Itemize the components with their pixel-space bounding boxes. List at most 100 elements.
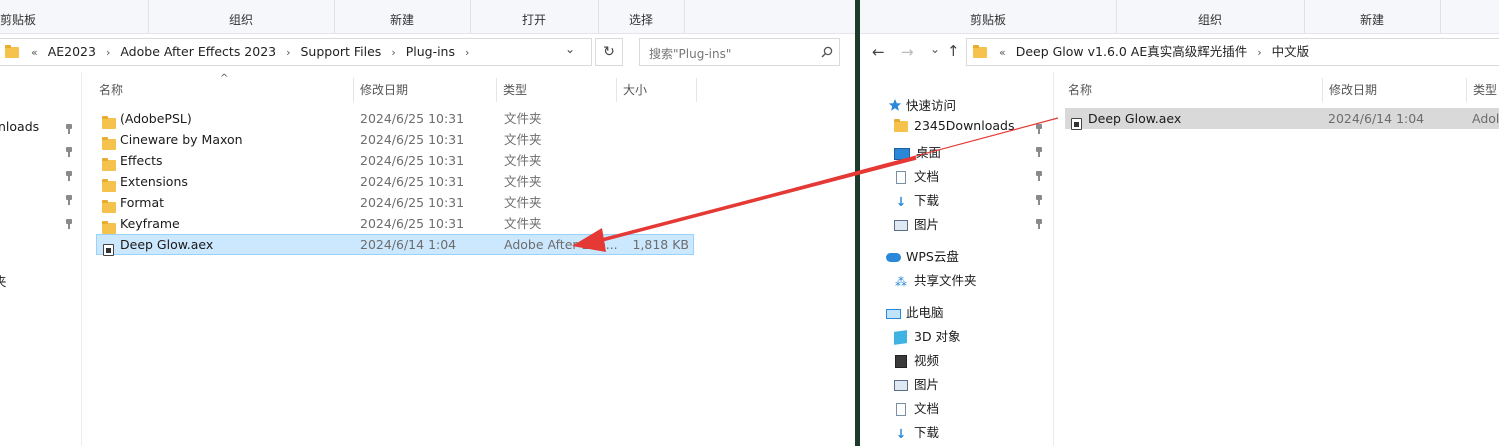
breadcrumb-deep-glow[interactable]: Deep Glow v1.6.0 AE真实高级辉光插件 [1016,44,1248,59]
file-name: Format [120,195,165,210]
nav-item-documents[interactable]: 文档 [894,166,939,185]
file-date: 2024/6/25 10:31 [360,216,465,231]
file-row[interactable]: Format 2024/6/25 10:31 文件夹 [96,192,694,213]
folder-icon [102,221,116,234]
ribbon-bar: 剪贴板 组织 新建 打开 选择 [0,0,855,34]
file-row[interactable]: (AdobePSL) 2024/6/25 10:31 文件夹 [96,108,694,129]
ribbon-label-organize: 组织 [1197,13,1222,27]
breadcrumb-chinese-version[interactable]: 中文版 [1272,44,1310,59]
chevron-down-icon[interactable]: ⌄ [565,42,575,56]
nav-item-downloads[interactable]: nloads [0,119,39,134]
ribbon-label-new: 新建 [389,13,414,27]
nav-item-pictures[interactable]: 图片 [894,214,939,233]
breadcrumb-after-effects[interactable]: Adobe After Effects 2023 [120,44,276,59]
document-icon [896,403,906,416]
refresh-button[interactable]: ↻ [595,38,623,66]
ribbon-group-clipboard[interactable]: 剪贴板 [860,0,1117,33]
file-date: 2024/6/25 10:31 [360,153,465,168]
ribbon-label-clipboard: 剪贴板 [0,13,37,27]
ribbon-group-organize[interactable]: 组织 [148,0,335,33]
desktop-icon [894,147,910,160]
file-row-selected[interactable]: Deep Glow.aex 2024/6/14 1:04 Adobe After… [96,234,694,256]
nav-label: 此电脑 [906,305,944,320]
nav-label: 下载 [914,193,940,208]
computer-icon [886,308,901,319]
back-arrow-icon[interactable]: ← [872,43,885,61]
star-icon [888,98,902,111]
folder-icon [102,116,116,129]
nav-this-pc[interactable]: 此电脑 [886,302,944,321]
breadcrumb-support-files[interactable]: Support Files [301,44,382,59]
nav-item-3d-objects[interactable]: 3D 对象 [894,326,961,345]
nav-shared-folder[interactable]: ⁂ 共享文件夹 [894,270,977,289]
ribbon-group-clipboard[interactable]: 剪贴板 [0,0,149,33]
file-row[interactable]: Cineware by Maxon 2024/6/25 10:31 文件夹 [96,129,694,150]
download-icon: ↓ [895,426,907,441]
column-header-date[interactable]: 修改日期 [1323,78,1467,102]
file-row[interactable]: Effects 2024/6/25 10:31 文件夹 [96,150,694,171]
breadcrumb-ae2023[interactable]: AE2023 [48,44,96,59]
nav-label: 快速访问 [905,98,956,113]
ribbon-group-open[interactable]: 打开 [470,0,599,33]
nav-label: 文档 [914,169,940,184]
ribbon-label-new: 新建 [1359,13,1384,27]
nav-wps-cloud[interactable]: WPS云盘 [886,246,959,265]
nav-label: 共享文件夹 [914,273,977,288]
column-label-date: 修改日期 [1329,83,1378,97]
breadcrumb-plug-ins[interactable]: Plug-ins [406,44,455,59]
nav-item-documents[interactable]: 文档 [894,398,939,417]
nav-quick-access[interactable]: 快速访问 [888,95,956,114]
forward-arrow-icon[interactable]: → [901,43,914,61]
file-date: 2024/6/25 10:31 [360,195,465,210]
chevron-right-icon: › [1257,46,1262,59]
folder-icon [102,158,116,171]
ribbon-label-clipboard: 剪贴板 [969,13,1006,27]
file-name: (AdobePSL) [120,111,192,126]
column-header-row: 名称 ^ 修改日期 类型 大小 [93,73,697,102]
file-date: 2024/6/14 1:04 [1328,111,1425,126]
left-explorer-window: 剪贴板 组织 新建 打开 选择 « AE2023 › Adobe After E… [0,0,855,446]
address-bar[interactable]: « Deep Glow v1.6.0 AE真实高级辉光插件 › 中文版 [966,38,1499,66]
column-header-type[interactable]: 类型 [1467,78,1499,102]
file-row-selected[interactable]: Deep Glow.aex 2024/6/14 1:04 Adol [1065,108,1499,130]
breadcrumb-overflow[interactable]: « [31,46,38,59]
pin-icon [1035,219,1043,229]
right-explorer-window: 剪贴板 组织 新建 ← → ⌄ ↑ « Deep Glow v1.6.0 AE真… [860,0,1499,446]
file-type: 文件夹 [504,195,542,210]
column-label-name: 名称 [1068,83,1093,97]
column-header-size[interactable]: 大小 [617,78,697,102]
column-header-date[interactable]: 修改日期 [354,78,497,102]
file-row[interactable]: Keyframe 2024/6/25 10:31 文件夹 [96,213,694,234]
breadcrumb-overflow[interactable]: « [999,46,1006,59]
file-name: Extensions [120,174,188,189]
cloud-icon [886,253,901,262]
nav-item-desktop[interactable]: 桌面 [894,142,941,161]
file-row[interactable]: Extensions 2024/6/25 10:31 文件夹 [96,171,694,192]
nav-item-videos[interactable]: 视频 [894,350,939,369]
pin-icon [65,147,73,157]
column-header-name[interactable]: 名称 [1062,78,1323,102]
ribbon-group-open[interactable] [1440,0,1499,33]
ribbon-group-select[interactable]: 选择 [598,0,685,33]
column-label-date: 修改日期 [360,83,409,97]
nav-item-downloads[interactable]: ↓ 下载 [894,422,939,441]
file-date: 2024/6/25 10:31 [360,132,465,147]
nav-item-pictures[interactable]: 图片 [894,374,939,393]
ribbon-group-new[interactable]: 新建 [334,0,471,33]
recent-chevron-icon[interactable]: ⌄ [930,42,940,56]
ribbon-group-organize[interactable]: 组织 [1116,0,1305,33]
up-arrow-icon[interactable]: ↑ [947,42,960,60]
nav-item-downloads[interactable]: ↓ 下载 [894,190,939,209]
nav-label: 2345Downloads [914,118,1015,133]
folder-icon [894,119,908,132]
column-header-type[interactable]: 类型 [497,78,617,102]
nav-item-2345downloads[interactable]: 2345Downloads [894,118,1014,133]
nav-label: WPS云盘 [906,249,959,264]
nav-item-folder[interactable]: 夹 [0,271,7,290]
pin-icon [65,171,73,181]
ribbon-group-new[interactable]: 新建 [1304,0,1441,33]
search-box[interactable]: 搜索"Plug-ins" [639,38,840,66]
file-type: 文件夹 [504,132,542,147]
address-bar[interactable]: « AE2023 › Adobe After Effects 2023 › Su… [0,38,592,66]
column-label-name: 名称 [99,83,124,97]
